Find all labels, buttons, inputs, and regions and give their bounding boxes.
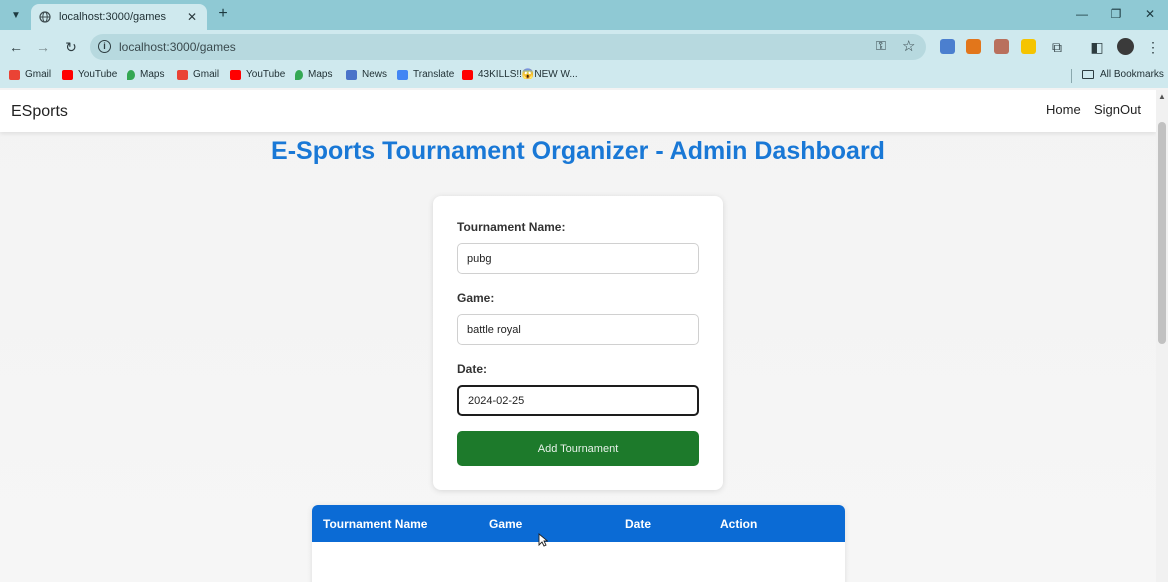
gmail-icon xyxy=(9,69,20,80)
table-header-row: Tournament Name Game Date Action xyxy=(312,505,845,542)
youtube-icon xyxy=(462,69,473,80)
page-scrollbar[interactable]: ▲ xyxy=(1156,90,1168,582)
add-tournament-form: Tournament Name: Game: Date: Add Tournam… xyxy=(433,196,723,490)
youtube-icon xyxy=(62,69,73,80)
new-tab-icon[interactable]: + xyxy=(214,5,232,23)
password-key-icon[interactable]: ⚿ xyxy=(876,38,886,54)
date-input[interactable] xyxy=(457,385,699,416)
browser-toolbar: ← → ↻ i localhost:3000/games ⚿ ☆ ⧉ ◧ ⋮ xyxy=(0,30,1168,64)
translate-icon xyxy=(397,69,408,80)
bookmarks-bar: Gmail YouTube Maps Gmail YouTube Maps Ne… xyxy=(0,64,1168,88)
date-label: Date: xyxy=(457,362,488,376)
address-url[interactable]: localhost:3000/games xyxy=(119,40,236,54)
extensions-puzzle-icon[interactable]: ⧉ xyxy=(1047,37,1067,57)
tournament-name-label: Tournament Name: xyxy=(457,220,566,234)
bookmark-maps[interactable]: Maps xyxy=(127,69,164,80)
scrollbar-thumb[interactable] xyxy=(1158,122,1166,344)
gmail-icon xyxy=(177,69,188,80)
bookmark-translate[interactable]: Translate xyxy=(397,69,454,80)
nav-home-link[interactable]: Home xyxy=(1046,102,1081,117)
youtube-icon xyxy=(230,69,241,80)
page-title: E-Sports Tournament Organizer - Admin Da… xyxy=(271,137,885,165)
page-content: ESports Home SignOut E-Sports Tournament… xyxy=(0,90,1156,582)
globe-icon xyxy=(39,11,51,23)
bookmarks-divider xyxy=(1071,69,1072,83)
game-label: Game: xyxy=(457,291,495,305)
bookmark-video[interactable]: 43KILLS!!😱NEW W... xyxy=(462,69,578,80)
forward-icon[interactable]: → xyxy=(33,37,53,57)
bookmark-gmail-2[interactable]: Gmail xyxy=(177,69,219,80)
bookmark-maps-2[interactable]: Maps xyxy=(295,69,332,80)
folder-icon xyxy=(1082,70,1094,79)
bookmark-youtube-2[interactable]: YouTube xyxy=(230,69,285,80)
mouse-pointer-icon xyxy=(538,533,548,547)
close-window-icon[interactable]: ✕ xyxy=(1140,4,1160,24)
tab-close-icon[interactable]: ✕ xyxy=(185,10,199,24)
game-input[interactable] xyxy=(457,314,699,345)
minimize-icon[interactable]: — xyxy=(1072,4,1092,24)
header-game: Game xyxy=(489,517,523,531)
profile-avatar[interactable] xyxy=(1117,38,1134,55)
news-icon xyxy=(346,69,357,80)
nav-signout-link[interactable]: SignOut xyxy=(1094,102,1141,117)
address-bar[interactable]: i localhost:3000/games ⚿ ☆ xyxy=(90,34,926,60)
tournaments-table: Tournament Name Game Date Action xyxy=(312,505,845,582)
tab-title: localhost:3000/games xyxy=(59,11,167,23)
all-bookmarks[interactable]: All Bookmarks xyxy=(1082,69,1164,80)
extension-cast-icon[interactable] xyxy=(994,39,1009,54)
browser-tab-strip: ▼ localhost:3000/games ✕ + — ❐ ✕ xyxy=(0,0,1168,30)
extension-screen-icon[interactable] xyxy=(940,39,955,54)
browser-menu-icon[interactable]: ⋮ xyxy=(1143,37,1163,57)
header-action: Action xyxy=(720,517,758,531)
back-icon[interactable]: ← xyxy=(6,37,26,57)
bookmark-news[interactable]: News xyxy=(346,69,387,80)
site-info-icon[interactable]: i xyxy=(98,40,111,53)
extension-note-icon[interactable] xyxy=(1021,39,1036,54)
site-navbar: ESports Home SignOut xyxy=(0,90,1156,132)
maps-pin-icon xyxy=(127,69,135,80)
tournament-name-input[interactable] xyxy=(457,243,699,274)
browser-tab[interactable]: localhost:3000/games ✕ xyxy=(31,4,207,30)
side-panel-icon[interactable]: ◧ xyxy=(1087,37,1107,57)
header-date: Date xyxy=(625,517,652,531)
restore-icon[interactable]: ❐ xyxy=(1106,4,1126,24)
reload-icon[interactable]: ↻ xyxy=(61,37,81,57)
site-brand[interactable]: ESports xyxy=(11,103,68,121)
add-tournament-button[interactable]: Add Tournament xyxy=(457,431,699,466)
bookmark-star-icon[interactable]: ☆ xyxy=(902,37,915,55)
tab-search-icon[interactable]: ▼ xyxy=(6,5,26,25)
scroll-up-icon[interactable]: ▲ xyxy=(1158,92,1166,101)
header-tournament-name: Tournament Name xyxy=(323,517,428,531)
metamask-fox-icon[interactable] xyxy=(966,39,981,54)
maps-pin-icon xyxy=(295,69,303,80)
bookmark-youtube[interactable]: YouTube xyxy=(62,69,117,80)
bookmark-gmail[interactable]: Gmail xyxy=(9,69,51,80)
